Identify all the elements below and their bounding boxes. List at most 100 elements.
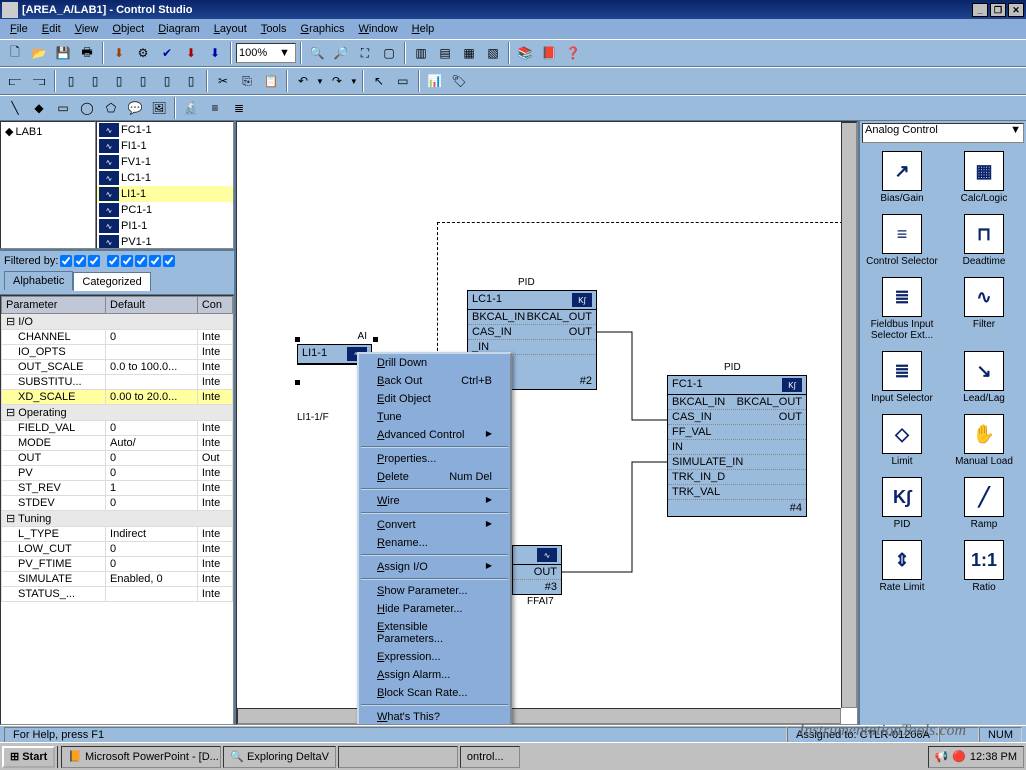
taskbar-item-1[interactable]: 📙Microsoft PowerPoint - [D... — [61, 746, 221, 768]
col-header[interactable]: Default — [106, 297, 198, 314]
ctx-block-scan-rate-[interactable]: Block Scan Rate... — [359, 684, 510, 702]
module-tree[interactable]: ◆ LAB1 — [0, 121, 96, 249]
arrange3-icon[interactable]: ▯ — [108, 70, 130, 92]
ctx-back-out[interactable]: Back OutCtrl+B — [359, 372, 510, 390]
menu-graphics[interactable]: Graphics — [295, 21, 351, 37]
ctx-rename-[interactable]: Rename... — [359, 534, 510, 552]
arrange2-icon[interactable]: ▯ — [84, 70, 106, 92]
diagram-canvas[interactable]: AI LI1-1∿ LI1-1/F PID LC1-1K∫ BKCAL_INBK… — [236, 121, 858, 725]
ctx-drill-down[interactable]: Drill Down — [359, 354, 510, 372]
vscroll[interactable] — [841, 122, 857, 708]
tab-categorized[interactable]: Categorized — [73, 272, 150, 291]
ellipse-tool-icon[interactable]: ◯ — [76, 97, 98, 119]
lines1-icon[interactable]: ≡ — [204, 97, 226, 119]
menu-layout[interactable]: Layout — [208, 21, 253, 37]
param-row[interactable]: XD_SCALE0.00 to 20.0...Inte — [2, 390, 233, 405]
param-group[interactable]: ⊟ Operating — [2, 405, 233, 421]
ctx-what-s-this-[interactable]: What's This? — [359, 708, 510, 725]
debug-icon[interactable]: ⬇ — [180, 42, 202, 64]
tag-item[interactable]: ∿LC1-1 — [97, 170, 233, 186]
start-button[interactable]: ⊞ Start — [2, 746, 55, 768]
lines2-icon[interactable]: ≣ — [228, 97, 250, 119]
new-button[interactable]: 🗋 — [4, 42, 26, 64]
palette-ramp[interactable]: ╱Ramp — [947, 473, 1021, 534]
menu-file[interactable]: File — [4, 21, 34, 37]
tag-item[interactable]: ∿PI1-1 — [97, 218, 233, 234]
arrange5-icon[interactable]: ▯ — [156, 70, 178, 92]
balloon-tool-icon[interactable]: 💬 — [124, 97, 146, 119]
tag-icon[interactable]: 🏷 — [448, 70, 470, 92]
select-icon[interactable]: ▭ — [392, 70, 414, 92]
save-button[interactable]: 💾 — [52, 42, 74, 64]
arrange1-icon[interactable]: ▯ — [60, 70, 82, 92]
open-button[interactable]: 📂 — [28, 42, 50, 64]
tag-item[interactable]: ∿LI1-1 — [97, 186, 233, 202]
system-tray[interactable]: 📢 🔴 12:38 PM — [928, 746, 1025, 768]
ctx-expression-[interactable]: Expression... — [359, 648, 510, 666]
palette-control-selector[interactable]: ≡Control Selector — [865, 210, 939, 271]
ctx-hide-parameter-[interactable]: Hide Parameter... — [359, 600, 510, 618]
palette-fieldbus-input-selector-ext-[interactable]: ≣Fieldbus Input Selector Ext... — [865, 273, 939, 345]
ctx-assign-alarm-[interactable]: Assign Alarm... — [359, 666, 510, 684]
menu-help[interactable]: Help — [406, 21, 441, 37]
palette-pid[interactable]: K∫PID — [865, 473, 939, 534]
taskbar-item-4[interactable]: ontrol... — [460, 746, 520, 768]
palette-input-selector[interactable]: ≣Input Selector — [865, 347, 939, 408]
books-icon[interactable]: 📚 — [514, 42, 536, 64]
panel2-icon[interactable]: ▤ — [434, 42, 456, 64]
arrange4-icon[interactable]: ▯ — [132, 70, 154, 92]
param-row[interactable]: SIMULATEEnabled, 0Inte — [2, 572, 233, 587]
palette-category-select[interactable]: Analog Control ▼ — [862, 123, 1024, 143]
ctx-advanced-control[interactable]: Advanced Control — [359, 426, 510, 444]
param-row[interactable]: FIELD_VAL0Inte — [2, 421, 233, 436]
tab-alphabetic[interactable]: Alphabetic — [4, 271, 73, 290]
whatsthis-icon[interactable]: ❓ — [562, 42, 584, 64]
tray-icon-2[interactable]: 🔴 — [952, 750, 966, 763]
filter-check-2[interactable] — [74, 255, 86, 267]
chart-icon[interactable]: 📊 — [424, 70, 446, 92]
param-row[interactable]: OUT_SCALE0.0 to 100.0...Inte — [2, 360, 233, 375]
palette-filter[interactable]: ∿Filter — [947, 273, 1021, 345]
param-row[interactable]: STDEV0Inte — [2, 496, 233, 511]
menu-diagram[interactable]: Diagram — [152, 21, 206, 37]
col-header[interactable]: Parameter — [2, 297, 106, 314]
tag-item[interactable]: ∿PV1-1 — [97, 234, 233, 249]
tray-icon-1[interactable]: 📢 — [935, 750, 949, 763]
parameter-table[interactable]: ParameterDefaultCon⊟ I/OCHANNEL0InteIO_O… — [0, 295, 234, 725]
panel4-icon[interactable]: ▧ — [482, 42, 504, 64]
filter-check-8[interactable] — [163, 255, 175, 267]
pid-fc-block[interactable]: PID FC1-1K∫ BKCAL_INBKCAL_OUT CAS_INOUT … — [667, 375, 807, 517]
redo-icon[interactable]: ↷ — [326, 70, 348, 92]
tag-list[interactable]: ∿FC1-1∿FI1-1∿FV1-1∿LC1-1∿LI1-1∿PC1-1∿PI1… — [96, 121, 234, 249]
cut-icon[interactable]: ✂ — [212, 70, 234, 92]
param-row[interactable]: MODEAuto/Inte — [2, 436, 233, 451]
process-icon[interactable]: ⚙ — [132, 42, 154, 64]
palette-calc-logic[interactable]: ▦Calc/Logic — [947, 147, 1021, 208]
menu-edit[interactable]: Edit — [36, 21, 67, 37]
palette-rate-limit[interactable]: ⇕Rate Limit — [865, 536, 939, 597]
palette-lead-lag[interactable]: ↘Lead/Lag — [947, 347, 1021, 408]
param-row[interactable]: SUBSTITU...Inte — [2, 375, 233, 390]
palette-bias-gain[interactable]: ↗Bias/Gain — [865, 147, 939, 208]
param-row[interactable]: STATUS_...Inte — [2, 587, 233, 602]
node-tool-icon[interactable]: ◆ — [28, 97, 50, 119]
param-row[interactable]: OUT0Out — [2, 451, 233, 466]
ctx-convert[interactable]: Convert — [359, 516, 510, 534]
param-row[interactable]: IO_OPTSInte — [2, 345, 233, 360]
line-tool-icon[interactable]: ╲ — [4, 97, 26, 119]
panel1-icon[interactable]: ▥ — [410, 42, 432, 64]
zoom-in-icon[interactable]: 🔍 — [306, 42, 328, 64]
tree-root[interactable]: ◆ LAB1 — [3, 124, 93, 139]
panel3-icon[interactable]: ▦ — [458, 42, 480, 64]
ao-block[interactable]: ∿ OUT #3 — [512, 545, 562, 595]
upload-icon[interactable]: ⬇ — [204, 42, 226, 64]
menu-object[interactable]: Object — [106, 21, 150, 37]
zoom-fit-icon[interactable]: ⛶ — [354, 42, 376, 64]
zoom-page-icon[interactable]: ▢ — [378, 42, 400, 64]
download-arrow-icon[interactable]: ⬇ — [108, 42, 130, 64]
filter-check-3[interactable] — [88, 255, 100, 267]
param-row[interactable]: PV_FTIME0Inte — [2, 557, 233, 572]
close-button[interactable]: ✕ — [1008, 3, 1024, 17]
poly-tool-icon[interactable]: ⬠ — [100, 97, 122, 119]
print-button[interactable]: 🖶 — [76, 42, 98, 64]
